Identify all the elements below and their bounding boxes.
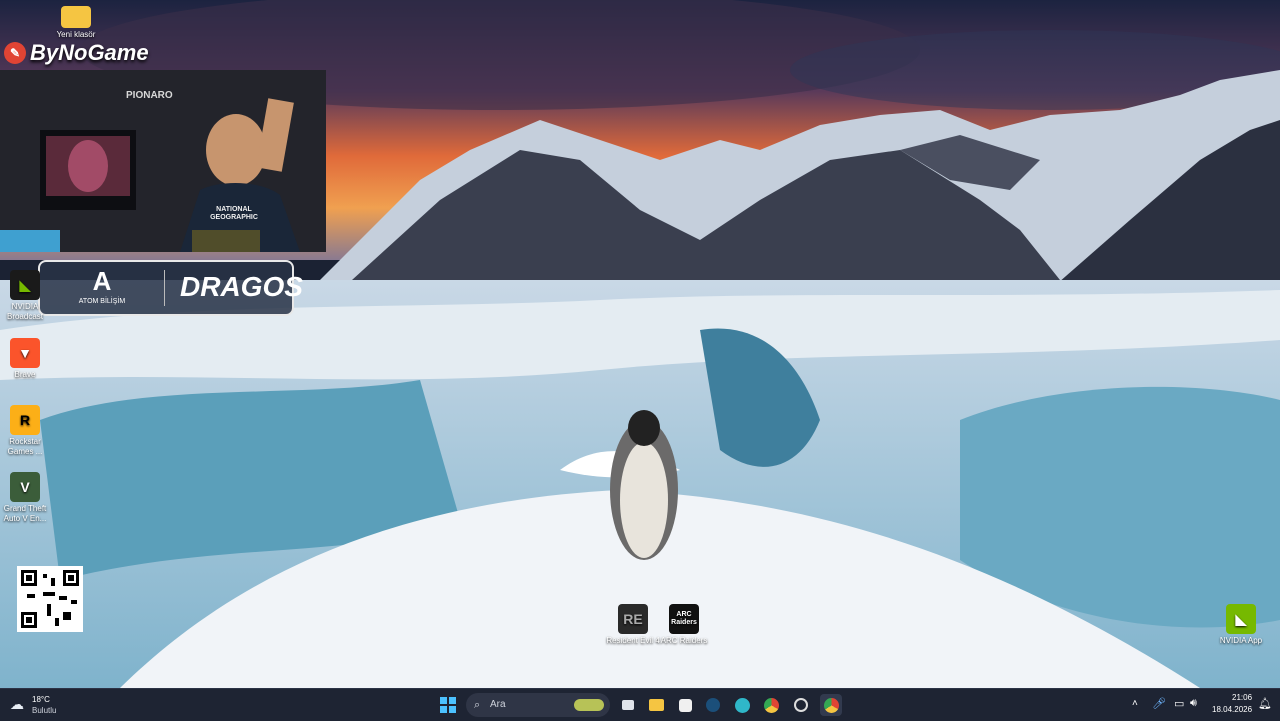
folder-icon [61, 6, 91, 28]
arc-raiders-icon: ARC Raiders [669, 604, 699, 634]
divider [164, 270, 165, 306]
chrome-active-button[interactable] [820, 694, 842, 716]
desktop-icon-folder[interactable]: Yeni klasör [48, 6, 104, 40]
desktop-icon-gta[interactable]: V Grand Theft Auto V En... [0, 472, 53, 524]
search-placeholder: Ara [490, 699, 506, 710]
desktop-icon-label: Resident Evil 4 [606, 636, 660, 645]
task-view-button[interactable] [617, 694, 639, 716]
shirt-logo: NATIONAL GEOGRAPHIC [210, 206, 258, 221]
desktop-icon-nvidia-app[interactable]: ◣ NVIDIA App [1213, 604, 1269, 646]
sponsor-dragos: DRAGOS [180, 271, 303, 302]
desktop-icon-arc-raiders[interactable]: ARC Raiders ARC Raiders [656, 604, 712, 646]
qr-code [17, 566, 83, 632]
gta-icon: V [10, 472, 40, 502]
desktop-icon-label: NVIDIA App [1219, 636, 1263, 645]
chrome-button[interactable] [760, 694, 782, 716]
weather-temp: 18°C [32, 695, 50, 704]
desktop-icon-label: Rockstar Games ... [7, 437, 43, 456]
weather-widget[interactable]: ☁ 18°C Bulutlu [10, 692, 90, 718]
sponsor-bar: A ATOM BİLİŞİM DRAGOS [38, 260, 303, 316]
desktop-icon-label: Grand Theft Auto V En... [3, 504, 47, 523]
search-box[interactable]: ⌕ Ara [466, 693, 610, 717]
folder-icon [648, 699, 664, 711]
desktop-icon-label: NVIDIA Broadcast [6, 302, 44, 321]
desktop-icon-nvidia-broadcast[interactable]: ◣ NVIDIA Broadcast [0, 270, 53, 322]
obs-button[interactable] [790, 694, 812, 716]
notification-icon[interactable]: 🔔︎ [1258, 697, 1272, 710]
channel-name: ByNoGame [30, 40, 149, 65]
desktop-icon-label: ARC Raiders [660, 636, 708, 645]
brave-icon: ▼ [10, 338, 40, 368]
webcam-overlay: PIONARO NATIONAL GEOGRAPHIC [0, 70, 326, 252]
system-tray: ˄ 🎤︎ ▭ 🔊︎ 21:06 18.04.2026 🔔︎ [1128, 689, 1280, 721]
file-explorer-button[interactable] [645, 694, 667, 716]
desktop-icon-rockstar[interactable]: R Rockstar Games ... [0, 405, 53, 457]
channel-logo: ✎ ByNoGame [4, 38, 149, 68]
rockstar-icon: R [10, 405, 40, 435]
nvidia-icon: ◣ [10, 270, 40, 300]
pen-logo-icon: ✎ [4, 42, 26, 64]
atom-logo-icon: A [92, 266, 112, 296]
network-icon[interactable]: ▭ [1174, 697, 1184, 710]
resident-evil-icon: RE [618, 604, 648, 634]
microphone-icon[interactable]: 🎤︎ [1152, 697, 1166, 710]
taskbar-app-button[interactable] [674, 694, 696, 716]
nvidia-app-icon: ◣ [1226, 604, 1256, 634]
volume-icon[interactable]: 🔊︎ [1190, 697, 1197, 710]
search-icon: ⌕ [474, 699, 481, 711]
weather-condition: Bulutlu [32, 706, 57, 715]
edge-button[interactable] [731, 694, 753, 716]
chevron-up-icon[interactable]: ˄ [1132, 698, 1138, 709]
steam-button[interactable] [702, 694, 724, 716]
taskbar: ☁ 18°C Bulutlu ⌕ Ara ˄ 🎤︎ ▭ 🔊︎ 21:06 18.… [0, 688, 1280, 721]
edge-icon [734, 697, 750, 713]
search-highlight-icon [574, 699, 604, 711]
app-grid-icon [678, 698, 692, 712]
desktop-icon-label: Yeni klasör [56, 30, 96, 39]
sponsor-atom: ATOM BİLİŞİM [78, 298, 126, 305]
chrome-icon [823, 697, 839, 713]
clock-time[interactable]: 21:06 [1232, 693, 1252, 702]
desktop-icon-brave[interactable]: ▼ Brave [0, 338, 53, 380]
wall-sign: PIONARO [126, 90, 173, 101]
desktop-icon-label: Brave [14, 370, 36, 379]
windows-icon [440, 697, 456, 713]
task-view-icon [622, 700, 634, 710]
desktop-icon-resident-evil[interactable]: RE Resident Evil 4 [605, 604, 661, 646]
steam-icon [706, 698, 720, 712]
obs-icon [794, 698, 808, 712]
cloud-icon: ☁ [10, 696, 24, 712]
chrome-icon [763, 697, 779, 713]
start-button[interactable] [437, 694, 459, 716]
clock-date[interactable]: 18.04.2026 [1212, 705, 1252, 714]
